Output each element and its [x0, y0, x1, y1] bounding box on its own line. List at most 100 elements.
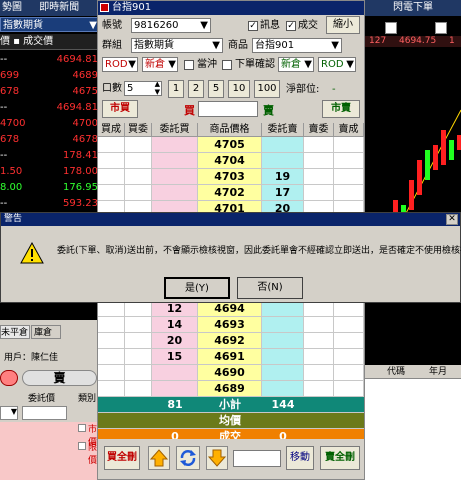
ladder-cell[interactable] — [262, 333, 304, 349]
market-select[interactable]: 指數期貨 ▼ — [0, 17, 100, 32]
market-sell-button[interactable]: 市賣 — [322, 100, 360, 118]
quote-row[interactable]: 4700 4700 — [0, 116, 100, 132]
tab-trend-chart[interactable]: 勢圖 — [2, 2, 22, 13]
day-trade-checkbox[interactable] — [184, 60, 194, 70]
order-price-input[interactable] — [22, 406, 67, 420]
ladder-cell[interactable] — [304, 381, 334, 397]
ladder-cell[interactable] — [334, 413, 364, 429]
no-button[interactable]: 否(N) — [237, 277, 303, 299]
ladder-cell[interactable] — [304, 137, 334, 153]
ladder-cell[interactable] — [152, 413, 198, 429]
ladder-cell[interactable]: 4704 — [198, 153, 262, 169]
quote-row[interactable]: -- 178.41 — [0, 148, 100, 164]
close-icon[interactable]: ✕ — [446, 214, 458, 225]
quote-row[interactable]: -- 4694.81 — [0, 100, 100, 116]
tab-inventory[interactable]: 庫倉 — [31, 325, 61, 339]
quote-row[interactable]: 678 4675 — [0, 84, 100, 100]
order-window-titlebar[interactable]: 台指901 — [98, 1, 364, 15]
ladder-cell[interactable] — [304, 185, 334, 201]
ladder-cell[interactable]: 20 — [152, 333, 198, 349]
quote-row[interactable]: -- 593.23 — [0, 196, 100, 212]
ladder-cell[interactable] — [152, 169, 198, 185]
quote-row[interactable]: 678 4678 — [0, 132, 100, 148]
ladder-cell[interactable] — [98, 381, 125, 397]
ladder-cell[interactable] — [98, 301, 125, 317]
ladder-cell[interactable] — [152, 185, 198, 201]
ladder-cell[interactable] — [152, 153, 198, 169]
ladder-cell[interactable]: 4691 — [198, 349, 262, 365]
ladder-cell[interactable]: 4692 — [198, 333, 262, 349]
ladder-cell[interactable]: 12 — [152, 301, 198, 317]
move-ticks-input[interactable] — [233, 450, 281, 467]
ladder-cell[interactable] — [262, 153, 304, 169]
ladder-cell[interactable] — [125, 413, 152, 429]
spinner-icon[interactable]: ▲ ▼ — [155, 82, 160, 95]
down-arrow-button[interactable] — [206, 446, 228, 470]
ladder-cell[interactable] — [125, 301, 152, 317]
order-confirm-checkbox[interactable] — [222, 60, 232, 70]
ladder-cell[interactable] — [262, 381, 304, 397]
ladder-cell[interactable] — [304, 413, 334, 429]
qty-preset-button[interactable]: 2 — [188, 80, 204, 98]
ladder-cell[interactable]: 4690 — [198, 365, 262, 381]
ladder-cell[interactable]: 14 — [152, 317, 198, 333]
qty-preset-button[interactable]: 100 — [254, 80, 280, 98]
sell-pill-left[interactable] — [0, 370, 18, 386]
ladder-cell[interactable] — [262, 349, 304, 365]
ladder-cell[interactable] — [304, 317, 334, 333]
ladder-cell[interactable] — [125, 397, 152, 413]
ladder-cell[interactable]: 4693 — [198, 317, 262, 333]
ladder-cell[interactable] — [334, 137, 364, 153]
ladder-cell[interactable] — [98, 333, 125, 349]
ladder-cell[interactable] — [262, 301, 304, 317]
delete-all-buy-button[interactable]: 買全刪 — [104, 446, 140, 470]
ladder-cell[interactable]: 均價 — [198, 413, 262, 429]
ladder-cell[interactable] — [304, 365, 334, 381]
ladder-cell[interactable] — [152, 137, 198, 153]
account-select[interactable]: 9816260 ▼ — [131, 18, 211, 33]
ladder-cell[interactable]: 4702 — [198, 185, 262, 201]
ladder-cell[interactable] — [98, 153, 125, 169]
ladder-cell[interactable] — [304, 349, 334, 365]
order-type-select[interactable]: ROD ▼ — [102, 57, 138, 72]
ladder-cell[interactable]: 15 — [152, 349, 198, 365]
ladder-cell[interactable]: 144 — [262, 397, 304, 413]
ladder-cell[interactable] — [304, 169, 334, 185]
qty-preset-button[interactable]: 5 — [208, 80, 224, 98]
ladder-cell[interactable] — [98, 397, 125, 413]
qty-preset-button[interactable]: 10 — [228, 80, 250, 98]
order-type-select-2[interactable]: ROD ▼ — [318, 57, 356, 72]
ladder-cell[interactable] — [262, 317, 304, 333]
ladder-cell[interactable] — [125, 153, 152, 169]
ladder-cell[interactable] — [98, 365, 125, 381]
ladder-cell[interactable] — [152, 381, 198, 397]
ladder-cell[interactable]: 19 — [262, 169, 304, 185]
ladder-cell[interactable] — [98, 169, 125, 185]
ladder-cell[interactable] — [125, 185, 152, 201]
ladder-cell[interactable] — [98, 413, 125, 429]
ladder-cell[interactable]: 81 — [152, 397, 198, 413]
ladder-cell[interactable] — [334, 317, 364, 333]
ladder-cell[interactable]: 4703 — [198, 169, 262, 185]
flash-checkbox-1[interactable] — [385, 22, 397, 34]
product-select[interactable]: 台指901 ▼ — [252, 38, 342, 53]
limit-price-checkbox[interactable] — [78, 442, 86, 450]
ladder-cell[interactable] — [304, 153, 334, 169]
sell-button[interactable]: 賣 — [22, 370, 97, 386]
yes-button[interactable]: 是(Y) — [164, 277, 230, 299]
ladder-cell[interactable] — [334, 153, 364, 169]
group-select[interactable]: 指數期貨 ▼ — [131, 38, 223, 53]
ladder-cell[interactable] — [125, 169, 152, 185]
ladder-cell[interactable] — [98, 349, 125, 365]
ladder-cell[interactable] — [334, 301, 364, 317]
ladder-cell[interactable] — [304, 301, 334, 317]
ladder-cell[interactable]: 4694 — [198, 301, 262, 317]
up-arrow-button[interactable] — [148, 446, 170, 470]
ladder-cell[interactable] — [125, 381, 152, 397]
ladder-cell[interactable] — [152, 365, 198, 381]
ladder-cell[interactable]: 4705 — [198, 137, 262, 153]
ladder-cell[interactable] — [304, 397, 334, 413]
ladder-cell[interactable] — [334, 381, 364, 397]
quote-row[interactable]: -- 4694.81 — [0, 52, 100, 68]
ladder-cell[interactable] — [262, 365, 304, 381]
